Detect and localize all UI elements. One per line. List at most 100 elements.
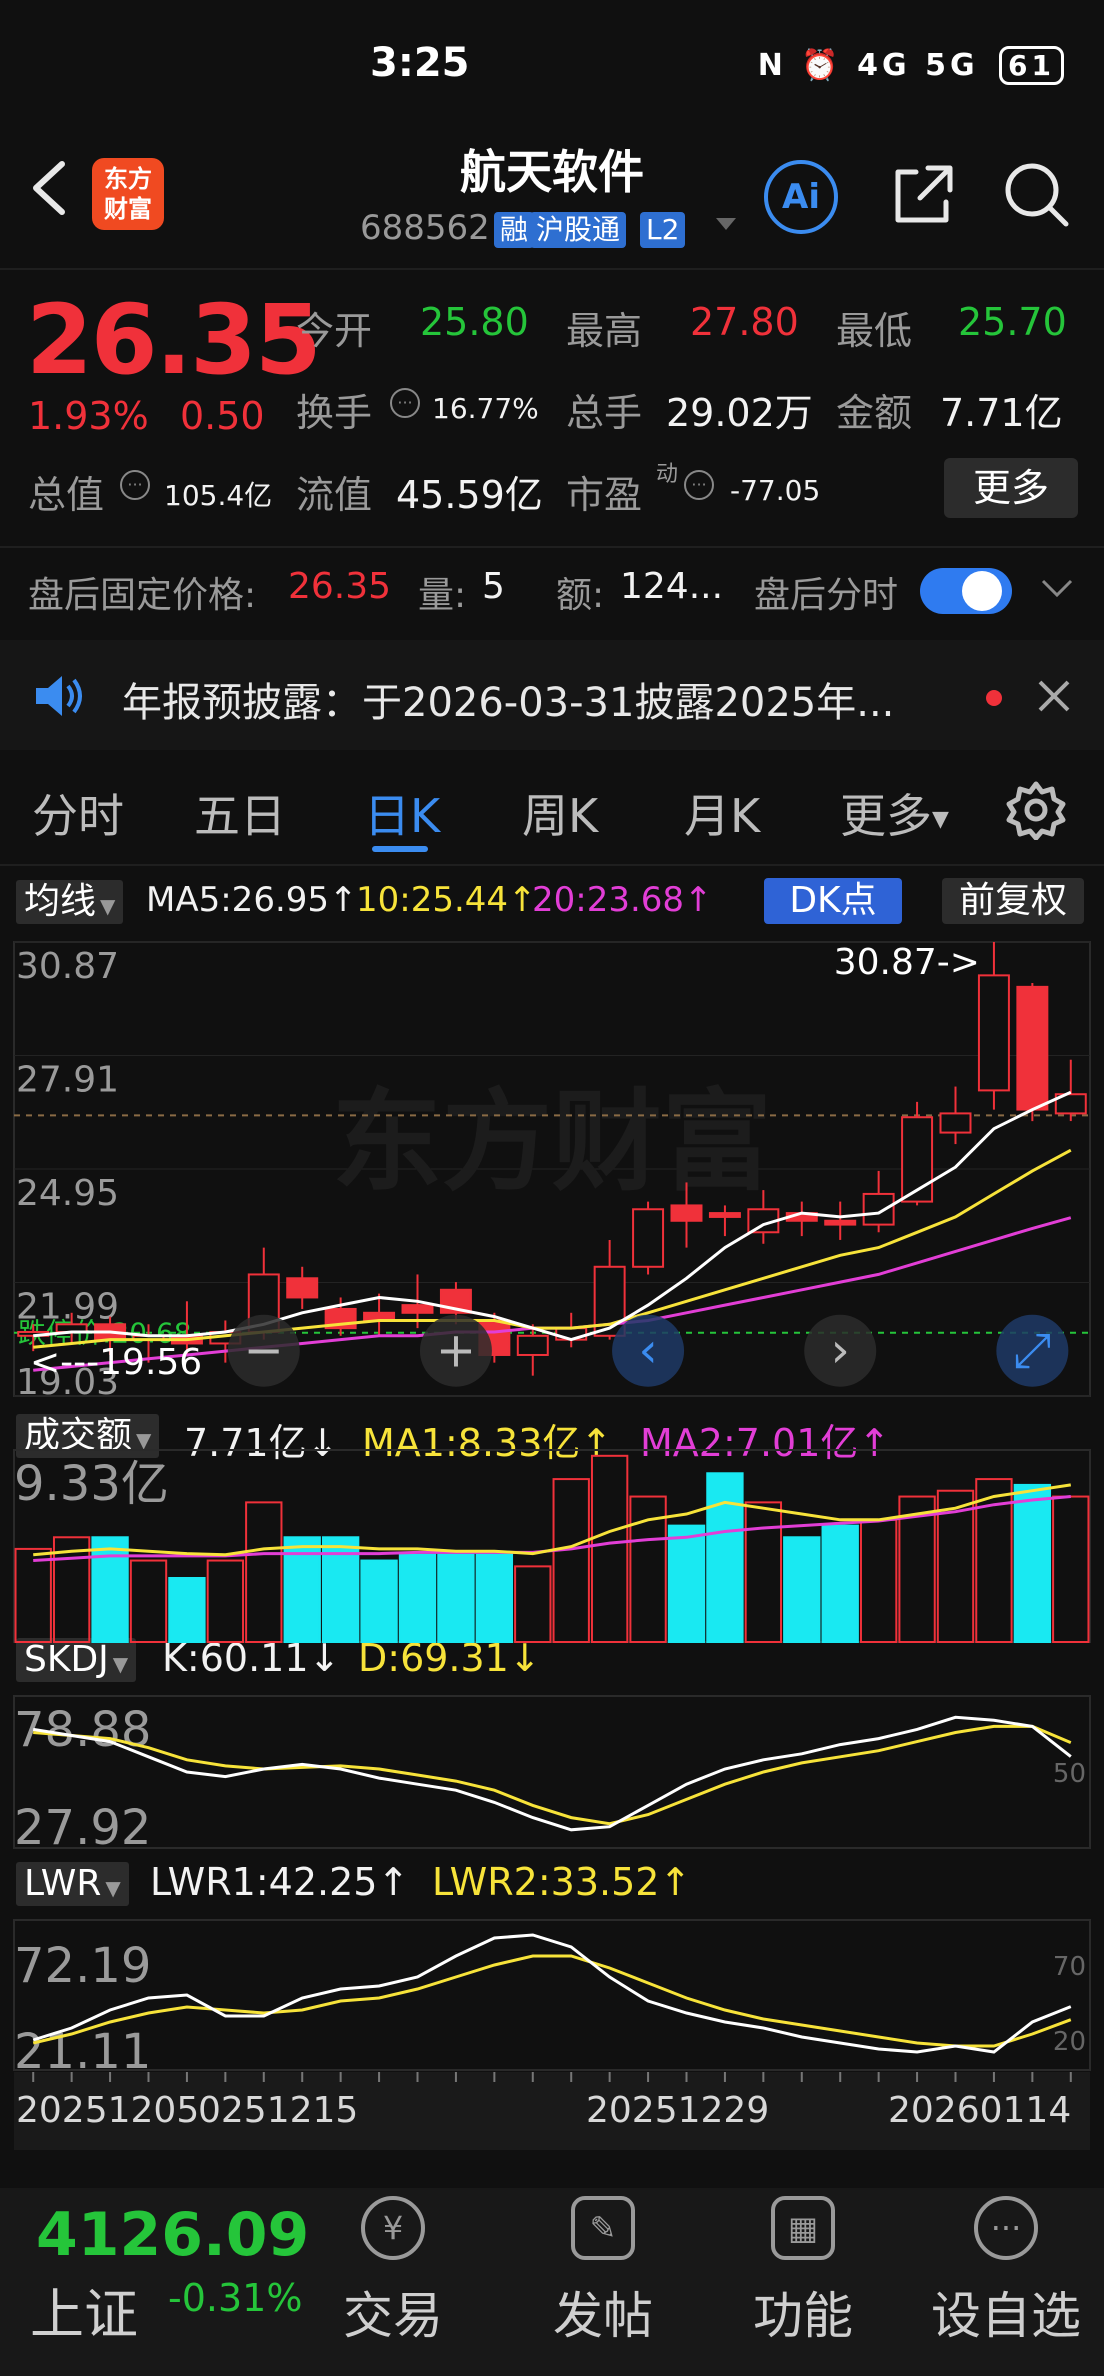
toggle-knob <box>962 571 1002 611</box>
candle <box>632 1208 665 1268</box>
divider <box>0 546 1104 548</box>
skdj-right-tick: 50 <box>1053 1759 1086 1789</box>
index-value[interactable]: 4126.09 <box>36 2200 309 2270</box>
candle <box>1016 985 1049 1111</box>
volume-bar <box>514 1565 552 1644</box>
turnover-label: 换手 <box>296 391 373 435</box>
nav-trade-label: 交易 <box>343 2287 443 2345</box>
volume-bar <box>14 1547 52 1644</box>
tab-monthly-k[interactable]: 月K <box>684 780 760 846</box>
dk-point-button[interactable]: DK点 <box>764 878 902 924</box>
volume-value: 29.02万 <box>666 391 813 435</box>
tag-dropdown-icon[interactable] <box>714 216 738 236</box>
yen-refresh-icon: ¥ <box>361 2196 425 2260</box>
current-price: 26.35 <box>26 284 322 396</box>
clock: 3:25 <box>370 40 470 86</box>
edit-icon: ✎ <box>571 2196 635 2260</box>
battery-icon: 61 <box>999 46 1064 85</box>
volume-bar <box>129 1559 168 1644</box>
candle <box>516 1334 549 1356</box>
pe-superscript: 动 <box>656 462 679 487</box>
more-dots-icon: ··· <box>974 2196 1038 2260</box>
watermark: 东方财富 <box>332 1078 772 1206</box>
volume-label: 总手 <box>566 391 643 435</box>
lwr-right-tick-high: 70 <box>1053 1952 1086 1982</box>
lwr-y-tick-low: 21.11 <box>14 2024 151 2080</box>
unread-dot <box>986 690 1002 706</box>
ma10-value: 10:25.44↑ <box>356 880 537 920</box>
volume-bar <box>859 1518 898 1643</box>
gear-icon[interactable] <box>1006 780 1066 844</box>
close-icon[interactable] <box>1036 678 1072 718</box>
info-icon[interactable]: ··· <box>390 388 420 418</box>
nav-add-watchlist[interactable]: ··· 设自选 <box>916 2196 1096 2348</box>
x-axis-label: 20251205 <box>16 2090 199 2131</box>
volume-bar <box>245 1501 283 1644</box>
ma-selector[interactable]: 均线 ▼ <box>16 880 124 924</box>
index-name[interactable]: 上证 <box>30 2270 138 2349</box>
chevron-down-icon[interactable] <box>1040 578 1074 604</box>
candle <box>708 1212 741 1218</box>
candle <box>977 974 1010 1092</box>
change-amount: 0.50 <box>180 394 265 438</box>
volume-bar <box>552 1478 590 1643</box>
after-hours-amt-label: 额: <box>556 575 605 616</box>
tab-weekly-k[interactable]: 周K <box>522 780 598 846</box>
volume-bar <box>91 1536 129 1643</box>
after-hours-price-label: 盘后固定价格: <box>28 575 257 616</box>
after-hours-price: 26.35 <box>288 566 392 607</box>
skdj-y-tick-low: 27.92 <box>14 1800 151 1856</box>
status-icons-text: N ⏰ 4G 5G <box>757 48 979 83</box>
tag-margin: 融 <box>494 212 535 248</box>
lwr1-line <box>32 1933 1072 2054</box>
volume-bar <box>206 1559 245 1644</box>
kline-chart[interactable]: 30.8727.9124.9521.9919.03东方财富跌停价:20.6830… <box>0 930 1104 2180</box>
nav-add-watchlist-label: 设自选 <box>931 2287 1081 2345</box>
volume-bar <box>821 1524 859 1643</box>
volume-ma1-line <box>33 1483 1072 1557</box>
high-value: 27.80 <box>690 300 799 344</box>
pe-label: 市盈 <box>566 473 643 517</box>
search-icon[interactable] <box>1002 160 1072 234</box>
high-label: 最高 <box>566 309 643 353</box>
volume-bar <box>360 1559 398 1644</box>
volume-bar <box>398 1553 437 1644</box>
after-hours-amt: 124... <box>620 566 724 607</box>
after-hours-intraday-label: 盘后分时 <box>754 575 899 616</box>
tab-intraday[interactable]: 分时 <box>32 780 124 846</box>
chevron-left-icon-glyph: ‹ <box>638 1323 657 1379</box>
share-icon[interactable] <box>888 160 958 234</box>
notice-bar[interactable]: 年报预披露：于2026-03-31披露2025年... <box>0 640 1104 750</box>
stock-code: 688562 <box>360 208 490 248</box>
ma-selector-label: 均线 <box>24 881 97 922</box>
nav-functions[interactable]: ▦ 功能 <box>728 2196 878 2348</box>
tab-daily-k[interactable]: 日K <box>364 780 440 846</box>
divider <box>0 864 1104 866</box>
nav-post[interactable]: ✎ 发帖 <box>528 2196 678 2348</box>
ma5-value: MA5:26.95↑ <box>146 880 358 920</box>
mktcap-label: 总值 <box>28 473 105 517</box>
amount-label: 金额 <box>836 391 913 435</box>
candle <box>670 1204 703 1222</box>
tab-more[interactable]: 更多▼ <box>840 780 949 846</box>
info-icon[interactable]: ··· <box>684 470 714 500</box>
more-button[interactable]: 更多 <box>944 458 1078 518</box>
volume-bar <box>590 1454 629 1643</box>
status-bar: 3:25 N ⏰ 4G 5G 61 <box>0 0 1104 130</box>
info-icon[interactable]: ··· <box>120 470 150 500</box>
speaker-icon <box>34 674 86 722</box>
nav-trade[interactable]: ¥ 交易 <box>318 2196 468 2348</box>
change-pct: 1.93% <box>28 394 149 438</box>
ai-button[interactable]: Ai <box>764 160 838 234</box>
tab-five-day[interactable]: 五日 <box>194 780 286 846</box>
volume-bar <box>168 1577 206 1643</box>
forward-adjust-button[interactable]: 前复权 <box>942 878 1084 924</box>
dropdown-icon: ▼ <box>100 894 116 918</box>
candle <box>401 1304 434 1314</box>
float-label: 流值 <box>296 473 373 517</box>
tab-more-label: 更多 <box>840 789 932 843</box>
chevron-right-icon-glyph: › <box>831 1323 850 1379</box>
skdj-d-line <box>33 1724 1072 1826</box>
volume-bar <box>744 1501 783 1644</box>
turnover-value: 16.77% <box>432 392 539 425</box>
